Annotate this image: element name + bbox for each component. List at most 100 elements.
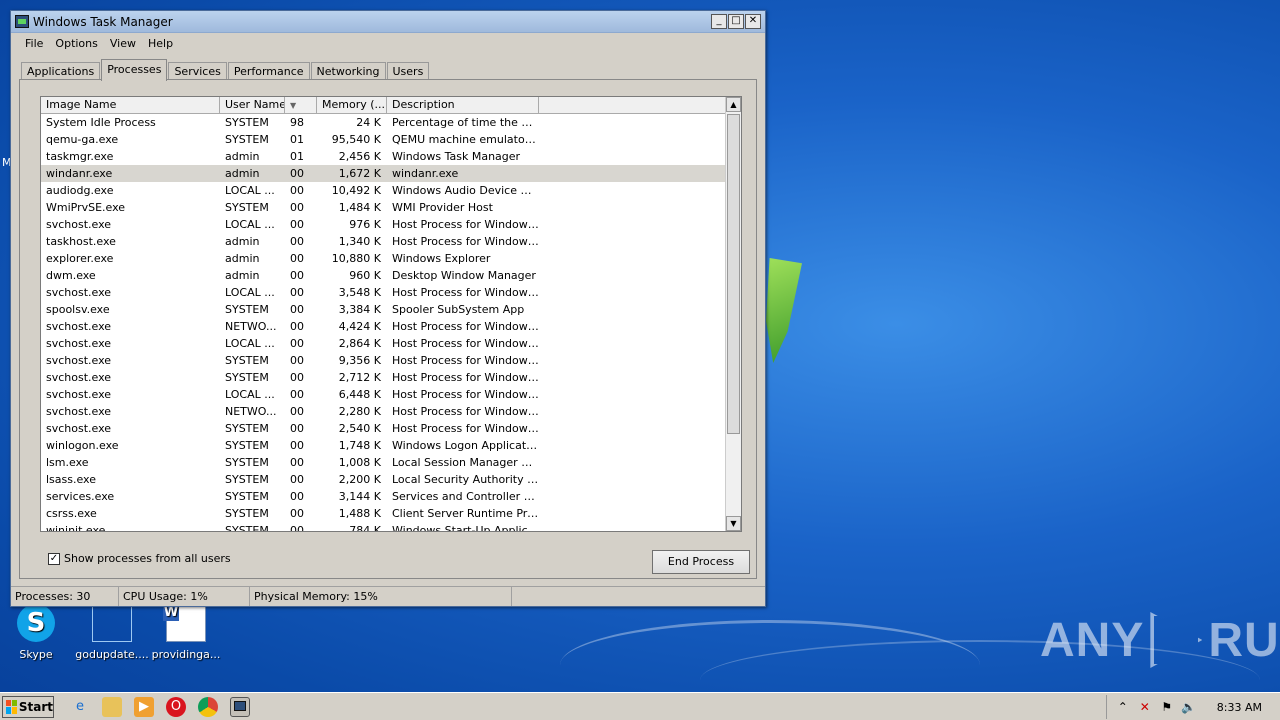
cell-cpu: 00 <box>290 388 304 401</box>
cell-user-name: SYSTEM <box>225 524 269 532</box>
cell-image-name: spoolsv.exe <box>46 303 110 316</box>
scroll-down-icon[interactable]: ▼ <box>726 516 741 531</box>
menu-file[interactable]: File <box>19 37 49 50</box>
cell-user-name: SYSTEM <box>225 439 269 452</box>
table-row[interactable]: windanr.exe admin 00 1,672 K windanr.exe <box>41 165 726 182</box>
quick-launch: e ▶ O <box>70 696 250 717</box>
cell-description: Host Process for Windows ... <box>392 286 539 299</box>
table-row[interactable]: explorer.exe admin 00 10,880 K Windows Explo… <box>41 250 726 267</box>
cell-image-name: services.exe <box>46 490 115 503</box>
menu-options[interactable]: Options <box>49 37 103 50</box>
explorer-folder-icon[interactable] <box>102 696 122 717</box>
opera-icon[interactable]: O <box>166 696 186 717</box>
blank-file-icon <box>92 604 132 642</box>
cell-memory: 1,484 K <box>338 201 381 214</box>
cell-user-name: LOCAL ... <box>225 218 275 231</box>
title-bar[interactable]: Windows Task Manager _ □ ✕ <box>11 11 765 33</box>
status-processes: Processes: 30 <box>11 587 119 606</box>
column-cpu[interactable]: ▼ <box>285 97 317 113</box>
cell-description: Local Security Authority Pr... <box>392 473 539 486</box>
cell-image-name: winlogon.exe <box>46 439 119 452</box>
table-row[interactable]: taskhost.exe admin 00 1,340 K Host Process f… <box>41 233 726 250</box>
table-row[interactable]: svchost.exe SYSTEM 00 2,540 K Host Process f… <box>41 420 726 437</box>
table-row[interactable]: audiodg.exe LOCAL ... 00 10,492 K Windows Au… <box>41 182 726 199</box>
table-row[interactable]: services.exe SYSTEM 00 3,144 K Services and … <box>41 488 726 505</box>
column-user-name[interactable]: User Name <box>220 97 285 113</box>
close-button[interactable]: ✕ <box>745 14 761 29</box>
table-row[interactable]: svchost.exe LOCAL ... 00 6,448 K Host Proces… <box>41 386 726 403</box>
network-error-icon[interactable]: ✕ <box>1137 700 1153 714</box>
flag-icon[interactable]: ⚑ <box>1159 700 1175 714</box>
cell-user-name: SYSTEM <box>225 422 269 435</box>
desktop-icon-skype[interactable]: S Skype <box>0 604 76 661</box>
column-image-name[interactable]: Image Name <box>41 97 220 113</box>
end-process-button[interactable]: End Process <box>652 550 750 574</box>
cell-user-name: SYSTEM <box>225 473 269 486</box>
chrome-icon[interactable] <box>198 696 218 717</box>
table-row[interactable]: lsm.exe SYSTEM 00 1,008 K Local Session Mana… <box>41 454 726 471</box>
table-row[interactable]: spoolsv.exe SYSTEM 00 3,384 K Spooler SubSys… <box>41 301 726 318</box>
table-row[interactable]: svchost.exe NETWO... 00 4,424 K Host Process… <box>41 318 726 335</box>
maximize-button[interactable]: □ <box>728 14 744 29</box>
column-description[interactable]: Description <box>387 97 539 113</box>
cell-description: Windows Audio Device Gra... <box>392 184 539 197</box>
menu-help[interactable]: Help <box>142 37 179 50</box>
desktop-icon-godupdate[interactable]: godupdate.... <box>72 604 152 661</box>
table-row[interactable]: System Idle Process SYSTEM 98 24 K Percentag… <box>41 114 726 131</box>
tab-processes[interactable]: Processes <box>101 59 168 81</box>
media-player-icon[interactable]: ▶ <box>134 696 154 717</box>
cell-user-name: SYSTEM <box>225 303 269 316</box>
cell-image-name: svchost.exe <box>46 286 112 299</box>
cell-memory: 9,356 K <box>338 354 381 367</box>
volume-icon[interactable]: 🔈 <box>1181 700 1197 714</box>
processes-panel: Image Name User Name ▼ Memory (... Descr… <box>19 79 757 579</box>
minimize-button[interactable]: _ <box>711 14 727 29</box>
table-row[interactable]: taskmgr.exe admin 01 2,456 K Windows Task Ma… <box>41 148 726 165</box>
start-button[interactable]: Start <box>2 695 54 718</box>
table-row[interactable]: svchost.exe LOCAL ... 00 2,864 K Host Proces… <box>41 335 726 352</box>
cell-image-name: svchost.exe <box>46 354 112 367</box>
table-row[interactable]: wininit.exe SYSTEM 00 784 K Windows Start-Up… <box>41 522 726 532</box>
table-row[interactable]: svchost.exe NETWO... 00 2,280 K Host Process… <box>41 403 726 420</box>
table-row[interactable]: svchost.exe SYSTEM 00 9,356 K Host Process f… <box>41 352 726 369</box>
ie-icon[interactable]: e <box>70 697 90 717</box>
table-row[interactable]: winlogon.exe SYSTEM 00 1,748 K Windows Logon… <box>41 437 726 454</box>
taskbar: Start e ▶ O ⌃ ✕ ⚑ 🔈 8:33 AM <box>0 692 1280 720</box>
cell-user-name: SYSTEM <box>225 507 269 520</box>
chevron-up-icon[interactable]: ⌃ <box>1115 700 1131 714</box>
cell-image-name: audiodg.exe <box>46 184 114 197</box>
menu-view[interactable]: View <box>104 37 142 50</box>
show-all-users-label: Show processes from all users <box>64 552 231 565</box>
cell-description: QEMU machine emulators ... <box>392 133 539 146</box>
process-rows: System Idle Process SYSTEM 98 24 K Percentag… <box>41 114 726 532</box>
scroll-up-icon[interactable]: ▲ <box>726 97 741 112</box>
process-list[interactable]: Image Name User Name ▼ Memory (... Descr… <box>40 96 742 532</box>
clock[interactable]: 8:33 AM <box>1217 701 1262 714</box>
task-manager-icon[interactable] <box>230 696 250 717</box>
table-row[interactable]: lsass.exe SYSTEM 00 2,200 K Local Security A… <box>41 471 726 488</box>
scroll-thumb[interactable] <box>727 114 740 434</box>
table-row[interactable]: qemu-ga.exe SYSTEM 01 95,540 K QEMU machine … <box>41 131 726 148</box>
cell-cpu: 00 <box>290 320 304 333</box>
cell-memory: 2,280 K <box>338 405 381 418</box>
cell-description: Host Process for Windows ... <box>392 320 539 333</box>
column-memory[interactable]: Memory (... <box>317 97 387 113</box>
show-all-users-option[interactable]: ✓ Show processes from all users <box>48 552 231 565</box>
cell-cpu: 00 <box>290 201 304 214</box>
table-row[interactable]: svchost.exe LOCAL ... 00 3,548 K Host Proces… <box>41 284 726 301</box>
system-tray: ⌃ ✕ ⚑ 🔈 8:33 AM <box>1105 695 1280 719</box>
table-row[interactable]: WmiPrvSE.exe SYSTEM 00 1,484 K WMI Provider … <box>41 199 726 216</box>
cell-image-name: svchost.exe <box>46 422 112 435</box>
desktop-icon-providinga[interactable]: providinga... <box>146 604 226 661</box>
cell-user-name: NETWO... <box>225 320 277 333</box>
cell-memory: 960 K <box>349 269 381 282</box>
cell-memory: 1,008 K <box>338 456 381 469</box>
table-row[interactable]: csrss.exe SYSTEM 00 1,488 K Client Server Ru… <box>41 505 726 522</box>
desktop-icon-label: providinga... <box>151 648 221 661</box>
cell-memory: 24 K <box>356 116 381 129</box>
table-row[interactable]: dwm.exe admin 00 960 K Desktop Window Manage… <box>41 267 726 284</box>
vertical-scrollbar[interactable]: ▲ ▼ <box>725 97 741 531</box>
show-all-users-checkbox[interactable]: ✓ <box>48 552 60 565</box>
table-row[interactable]: svchost.exe SYSTEM 00 2,712 K Host Process f… <box>41 369 726 386</box>
table-row[interactable]: svchost.exe LOCAL ... 00 976 K Host Process … <box>41 216 726 233</box>
